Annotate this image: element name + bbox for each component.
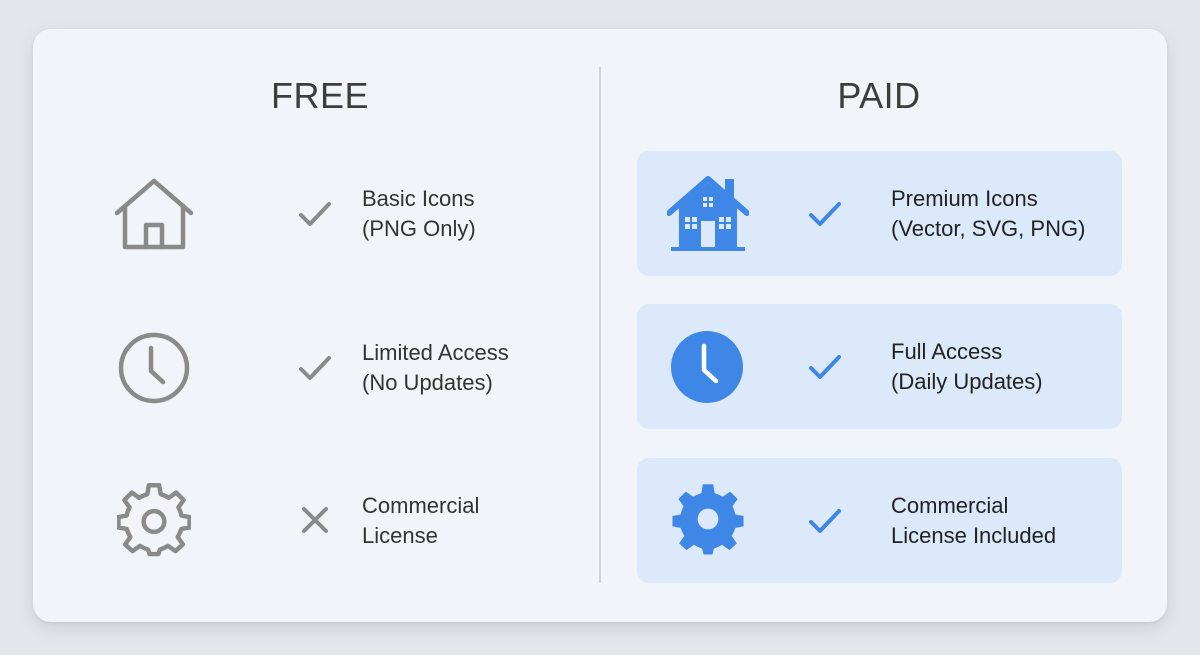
paid-row-full-access: Full Access (Daily Updates): [637, 304, 1122, 429]
feature-title: Premium Icons: [891, 186, 1038, 211]
cross-icon: [300, 505, 330, 535]
free-column-title: FREE: [270, 75, 369, 116]
check-icon: [807, 506, 843, 536]
clock-icon: [117, 331, 191, 405]
check-icon: [297, 353, 333, 383]
feature-detail: (PNG Only): [362, 216, 476, 241]
home-icon: [113, 177, 195, 251]
gear-icon: [117, 483, 191, 557]
feature-detail: (No Updates): [362, 370, 493, 395]
home-icon: [667, 175, 749, 251]
clock-icon: [671, 331, 743, 403]
gear-icon: [671, 482, 745, 556]
free-row-commercial-license: Commercial License: [93, 461, 563, 581]
feature-title: Basic Icons: [362, 186, 475, 211]
paid-row-commercial-license: Commercial License Included: [637, 458, 1122, 583]
paid-feature-label: Commercial License Included: [891, 491, 1056, 551]
paid-feature-label: Full Access (Daily Updates): [891, 337, 1043, 397]
feature-detail: (Daily Updates): [891, 369, 1043, 394]
free-feature-label: Limited Access (No Updates): [362, 338, 509, 398]
feature-detail: (Vector, SVG, PNG): [891, 216, 1086, 241]
feature-title: Commercial: [362, 493, 480, 518]
free-feature-label: Basic Icons (PNG Only): [362, 184, 476, 244]
comparison-card: FREE PAID Basic Icons (PNG Only) Limited…: [33, 29, 1167, 622]
free-row-limited-access: Limited Access (No Updates): [93, 307, 563, 427]
paid-feature-label: Premium Icons (Vector, SVG, PNG): [891, 184, 1085, 244]
free-feature-label: Commercial License: [362, 491, 479, 551]
free-row-basic-icons: Basic Icons (PNG Only): [93, 159, 563, 279]
feature-title: Full Access: [891, 339, 1003, 364]
feature-detail: License: [362, 523, 438, 548]
feature-detail: License Included: [891, 523, 1057, 548]
check-icon: [807, 199, 843, 229]
check-icon: [297, 199, 333, 229]
feature-title: Commercial: [891, 493, 1009, 518]
paid-row-premium-icons: Premium Icons (Vector, SVG, PNG): [637, 151, 1122, 276]
paid-column-title: PAID: [837, 75, 921, 116]
check-icon: [807, 352, 843, 382]
feature-title: Limited Access: [362, 340, 509, 365]
column-divider: [599, 67, 601, 583]
